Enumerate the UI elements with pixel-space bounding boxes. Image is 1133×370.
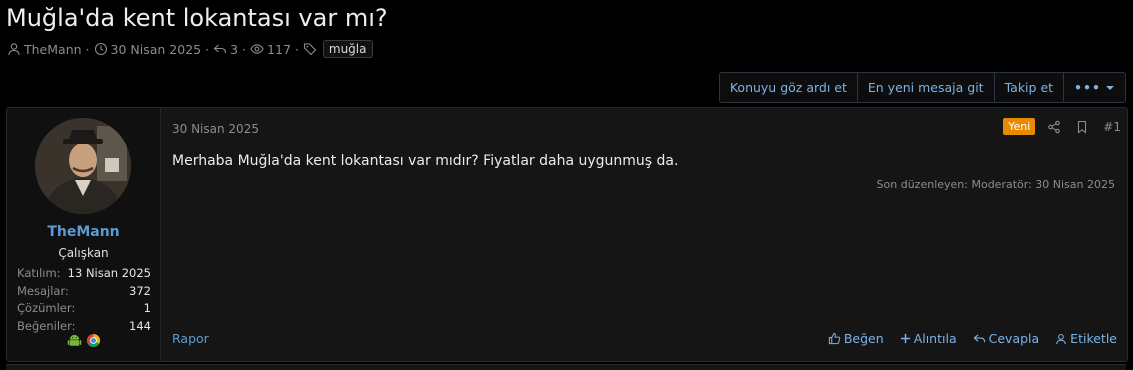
page: Muğla'da kent lokantası var mı? TheMann … [0,0,1133,370]
like-button[interactable]: Beğen [828,331,884,346]
clock-icon [94,42,108,56]
stat-value: 372 [129,283,151,298]
stat-row: Çözümler: 1 [17,300,151,318]
post-body: Merhaba Muğla'da kent lokantası var mıdı… [172,153,679,169]
report-link[interactable]: Rapor [172,331,209,346]
post-tools: Yeni #1 [1003,118,1121,135]
last-edited: Son düzenleyen: Moderatör: 30 Nisan 2025 [876,178,1115,191]
stat-label: Mesajlar: [17,283,69,298]
tags-icon [303,42,317,56]
post-number[interactable]: #1 [1103,120,1121,134]
quote-button[interactable]: Alıntıla [900,331,957,346]
replies-icon [213,42,227,56]
next-post-edge [6,364,1126,370]
chevron-down-icon [1106,85,1114,90]
stat-row: Mesajlar: 372 [17,283,151,301]
user-icon [7,42,21,56]
post-actions: Beğen Alıntıla Cevapla Etiketle [812,331,1117,346]
separator: · [294,41,299,57]
more-dots: ••• [1074,80,1101,95]
separator: · [205,41,210,57]
new-badge: Yeni [1003,118,1036,135]
user-title: Çalışkan [58,246,109,260]
ignore-thread-button[interactable]: Konuyu göz ardı et [720,73,857,102]
share-icon[interactable] [1047,120,1061,134]
thread-tag[interactable]: muğla [322,40,373,58]
like-label: Beğen [843,331,884,346]
thread-date[interactable]: 30 Nisan 2025 [111,42,202,57]
thread-replies: 3 [230,41,239,57]
user-icon [1056,333,1066,344]
thread-author[interactable]: TheMann [24,42,82,57]
eye-icon [250,42,264,56]
post-date[interactable]: 30 Nisan 2025 [172,122,259,136]
post: TheMann Çalışkan Katılım: 13 Nisan 2025 … [6,107,1128,362]
stat-label: Katılım: [17,266,61,280]
jump-newest-button[interactable]: En yeni mesaja git [856,73,994,102]
thumbs-up-icon [828,332,841,345]
more-options-button[interactable]: ••• [1063,73,1125,102]
bookmark-icon[interactable] [1075,120,1089,134]
thread-meta: TheMann · 30 Nisan 2025 · 3 · 117 · muğl… [7,40,373,58]
reply-icon [973,334,985,343]
user-stats: Katılım: 13 Nisan 2025 Mesajlar: 372 Çöz… [17,265,151,335]
post-user-cell: TheMann Çalışkan Katılım: 13 Nisan 2025 … [7,108,161,361]
reply-label: Cevapla [988,331,1040,346]
separator: · [242,41,247,57]
tag-user-label: Etiketle [1070,331,1117,346]
reply-button[interactable]: Cevapla [973,331,1040,346]
tag-user-button[interactable]: Etiketle [1055,331,1117,346]
avatar[interactable] [35,118,131,214]
user-badges [7,333,160,348]
quote-label: Alıntıla [913,331,957,346]
thread-views: 117 [267,41,291,57]
stat-value: 1 [143,301,151,315]
plus-icon [900,333,910,344]
separator: · [85,41,90,57]
user-name[interactable]: TheMann [7,224,160,240]
stat-value: 13 Nisan 2025 [67,266,151,280]
android-icon [67,334,81,346]
avatar-image [35,118,131,214]
thread-toolbar: Konuyu göz ardı et En yeni mesaja git Ta… [718,72,1126,103]
chrome-icon [86,333,100,348]
follow-button[interactable]: Takip et [993,73,1063,102]
stat-label: Çözümler: [17,301,76,315]
stat-row: Katılım: 13 Nisan 2025 [17,265,151,283]
thread-title: Muğla'da kent lokantası var mı? [6,4,388,32]
